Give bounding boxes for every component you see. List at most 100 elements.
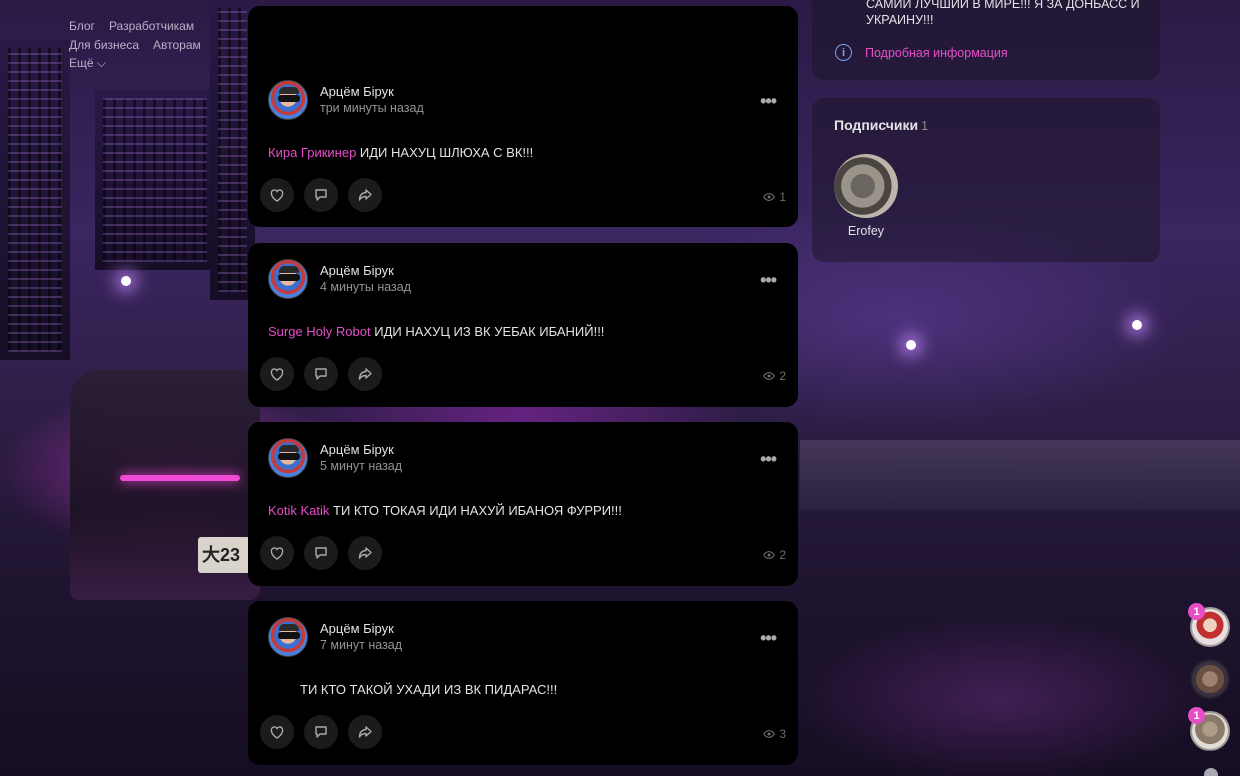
post-time[interactable]: 7 минут назад bbox=[320, 637, 402, 654]
share-button[interactable] bbox=[348, 178, 382, 212]
scroll-to-top-button[interactable] bbox=[1204, 768, 1218, 776]
views-count: 2 bbox=[779, 369, 786, 383]
chat-bubble[interactable]: 1 bbox=[1188, 707, 1230, 751]
comment-button[interactable] bbox=[304, 536, 338, 570]
views-count: 2 bbox=[779, 548, 786, 562]
comment-button[interactable] bbox=[304, 715, 338, 749]
background-light bbox=[1132, 320, 1142, 330]
mention-link[interactable]: Kotik Katik bbox=[268, 503, 329, 518]
post-body: ИДИ НАХУЦ ШЛЮХА С ВК!!! bbox=[356, 145, 534, 160]
detailed-info-link[interactable]: i Подробная информация bbox=[835, 44, 1008, 61]
post-author-block: Арцём Бірук 7 минут назад bbox=[320, 620, 402, 654]
more-options-icon[interactable]: ••• bbox=[760, 449, 777, 470]
more-options-icon[interactable]: ••• bbox=[760, 270, 777, 291]
post-actions bbox=[260, 357, 382, 391]
author-name[interactable]: Арцём Бірук bbox=[320, 620, 402, 637]
wall-post: Арцём Бірук три минуты назад ••• Кира Гр… bbox=[248, 6, 798, 227]
like-button[interactable] bbox=[260, 536, 294, 570]
author-avatar[interactable] bbox=[268, 438, 308, 478]
background-license-plate: 大23 bbox=[198, 537, 250, 573]
comment-icon bbox=[315, 547, 327, 559]
post-actions bbox=[260, 178, 382, 212]
background-building bbox=[95, 90, 215, 270]
views-count: 3 bbox=[779, 727, 786, 741]
background-building bbox=[0, 40, 70, 360]
subscribers-label: Подписчики bbox=[834, 117, 919, 133]
nav-link-more[interactable]: Ещё ⌵ bbox=[69, 56, 106, 71]
nav-link-developers[interactable]: Разработчикам bbox=[109, 19, 194, 33]
comment-button[interactable] bbox=[304, 178, 338, 212]
wall-post: Арцём Бірук 7 минут назад ••• ТИ КТО ТАК… bbox=[248, 601, 798, 765]
share-icon bbox=[358, 368, 372, 380]
nav-link-blog[interactable]: Блог bbox=[69, 19, 95, 33]
post-text: Surge Holy Robot ИДИ НАХУЦ ИЗ ВК УЕБАК И… bbox=[268, 324, 604, 339]
more-options-icon[interactable]: ••• bbox=[760, 628, 777, 649]
subscribers-title[interactable]: Подписчики 1 bbox=[834, 117, 928, 133]
eye-icon bbox=[763, 551, 776, 559]
post-time[interactable]: 5 минут назад bbox=[320, 458, 402, 475]
profile-status: САМИЙ ЛУЧШИЙ В МИРЕ!!! Я ЗА ДОНБАСС И УК… bbox=[866, 0, 1140, 27]
heart-icon bbox=[270, 547, 284, 560]
subscriber-avatar[interactable] bbox=[834, 154, 898, 218]
like-button[interactable] bbox=[260, 178, 294, 212]
heart-icon bbox=[270, 726, 284, 739]
post-author-block: Арцём Бірук три минуты назад bbox=[320, 83, 424, 117]
share-icon bbox=[358, 189, 372, 201]
unread-badge: 1 bbox=[1188, 707, 1205, 724]
views-count: 1 bbox=[779, 190, 786, 204]
background-light bbox=[906, 340, 916, 350]
post-body: ТИ КТО ТОКАЯ ИДИ НАХУЙ ИБАНОЯ ФУРРИ!!! bbox=[329, 503, 622, 518]
post-text: ТИ КТО ТАКОЙ УХАДИ ИЗ ВК ПИДАРАС!!! bbox=[300, 682, 557, 697]
views-counter: 2 bbox=[763, 369, 786, 383]
comment-icon bbox=[315, 189, 327, 201]
more-options-icon[interactable]: ••• bbox=[760, 91, 777, 112]
author-avatar[interactable] bbox=[268, 617, 308, 657]
views-counter: 3 bbox=[763, 727, 786, 741]
post-text: Кира Грикинер ИДИ НАХУЦ ШЛЮХА С ВК!!! bbox=[268, 145, 533, 160]
mention-link[interactable]: Кира Грикинер bbox=[268, 145, 356, 160]
share-button[interactable] bbox=[348, 357, 382, 391]
author-name[interactable]: Арцём Бірук bbox=[320, 262, 411, 279]
post-author-block: Арцём Бірук 5 минут назад bbox=[320, 441, 402, 475]
wall-post: Арцём Бірук 4 минуты назад ••• Surge Hol… bbox=[248, 243, 798, 407]
detailed-info-label: Подробная информация bbox=[865, 45, 1008, 60]
share-icon bbox=[358, 547, 372, 559]
heart-icon bbox=[270, 368, 284, 381]
mention-link[interactable]: Surge Holy Robot bbox=[268, 324, 371, 339]
unread-badge: 1 bbox=[1188, 603, 1205, 620]
chat-bubble[interactable]: 1 bbox=[1188, 603, 1230, 647]
subscriber-name[interactable]: Erofey bbox=[834, 224, 898, 238]
post-time[interactable]: 4 минуты назад bbox=[320, 279, 411, 296]
background-wall bbox=[800, 440, 1240, 510]
chat-bubble[interactable] bbox=[1190, 659, 1230, 699]
eye-icon bbox=[763, 372, 776, 380]
views-counter: 1 bbox=[763, 190, 786, 204]
post-text: Kotik Katik ТИ КТО ТОКАЯ ИДИ НАХУЙ ИБАНО… bbox=[268, 503, 622, 518]
post-time[interactable]: три минуты назад bbox=[320, 100, 424, 117]
post-header: Арцём Бірук 4 минуты назад bbox=[268, 259, 411, 299]
background-light bbox=[121, 276, 131, 286]
subscribers-count: 1 bbox=[921, 119, 929, 133]
post-actions bbox=[260, 536, 382, 570]
wall-post: Арцём Бірук 5 минут назад ••• Kotik Kati… bbox=[248, 422, 798, 586]
author-avatar[interactable] bbox=[268, 259, 308, 299]
post-author-block: Арцём Бірук 4 минуты назад bbox=[320, 262, 411, 296]
eye-icon bbox=[763, 193, 776, 201]
share-button[interactable] bbox=[348, 536, 382, 570]
like-button[interactable] bbox=[260, 715, 294, 749]
author-name[interactable]: Арцём Бірук bbox=[320, 441, 402, 458]
left-footer-nav: Блог Разработчикам Для бизнеса Авторам Е… bbox=[69, 16, 201, 73]
eye-icon bbox=[763, 730, 776, 738]
author-avatar[interactable] bbox=[268, 80, 308, 120]
share-button[interactable] bbox=[348, 715, 382, 749]
like-button[interactable] bbox=[260, 357, 294, 391]
share-icon bbox=[358, 726, 372, 738]
nav-link-business[interactable]: Для бизнеса bbox=[69, 38, 139, 52]
heart-icon bbox=[270, 189, 284, 202]
post-header: Арцём Бірук 5 минут назад bbox=[268, 438, 402, 478]
author-name[interactable]: Арцём Бірук bbox=[320, 83, 424, 100]
post-header: Арцём Бірук 7 минут назад bbox=[268, 617, 402, 657]
comment-icon bbox=[315, 726, 327, 738]
comment-button[interactable] bbox=[304, 357, 338, 391]
nav-link-authors[interactable]: Авторам bbox=[153, 38, 201, 52]
